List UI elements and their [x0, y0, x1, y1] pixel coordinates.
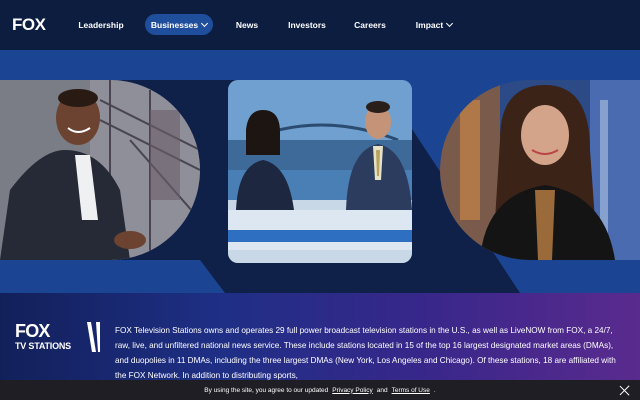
privacy-policy-link[interactable]: Privacy Policy: [332, 387, 372, 394]
news-anchors-photo: [228, 80, 412, 263]
presenter-right-photo: [440, 80, 640, 260]
terms-of-use-link[interactable]: Terms of Use: [392, 387, 430, 394]
fox-logo[interactable]: FOX: [12, 15, 46, 35]
stations-logo-subtitle: TV STATIONS: [15, 341, 71, 351]
stations-logo-mark-icon: [87, 322, 100, 352]
nav-item-label: Impact: [415, 19, 444, 30]
nav-item-careers[interactable]: Careers: [348, 14, 392, 35]
fox-tv-stations-logo: FOX TV STATIONS: [15, 321, 100, 352]
nav-item-label: Investors: [288, 19, 326, 30]
cookie-text: By using the site, you agree to our upda…: [204, 386, 329, 394]
nav-item-investors[interactable]: Investors: [282, 14, 332, 35]
cookie-period: .: [433, 386, 436, 394]
presenter-left-photo: [0, 80, 200, 260]
hero-banner: [0, 50, 640, 293]
nav-item-label: News: [235, 19, 259, 30]
close-icon[interactable]: [619, 385, 630, 396]
chevron-down-icon: [201, 19, 209, 27]
fox-tv-stations-description: FOX Television Stations owns and operate…: [115, 326, 616, 380]
nav-item-label: Leadership: [78, 19, 124, 30]
nav-item-label: Careers: [354, 19, 386, 30]
chevron-down-icon: [446, 19, 454, 27]
nav-item-leadership[interactable]: Leadership: [72, 14, 130, 35]
stations-logo-fox: FOX: [15, 321, 50, 341]
nav-item-businesses[interactable]: Businesses: [145, 14, 213, 35]
nav-item-news[interactable]: News: [228, 14, 266, 35]
cookie-consent-bar: By using the site, you agree to our upda…: [0, 380, 640, 400]
cookie-and-text: and: [376, 386, 388, 394]
nav-item-impact[interactable]: Impact: [408, 14, 460, 35]
top-navigation: FOX Leadership Businesses News Investors…: [0, 0, 640, 50]
nav-item-label: Businesses: [150, 19, 199, 30]
